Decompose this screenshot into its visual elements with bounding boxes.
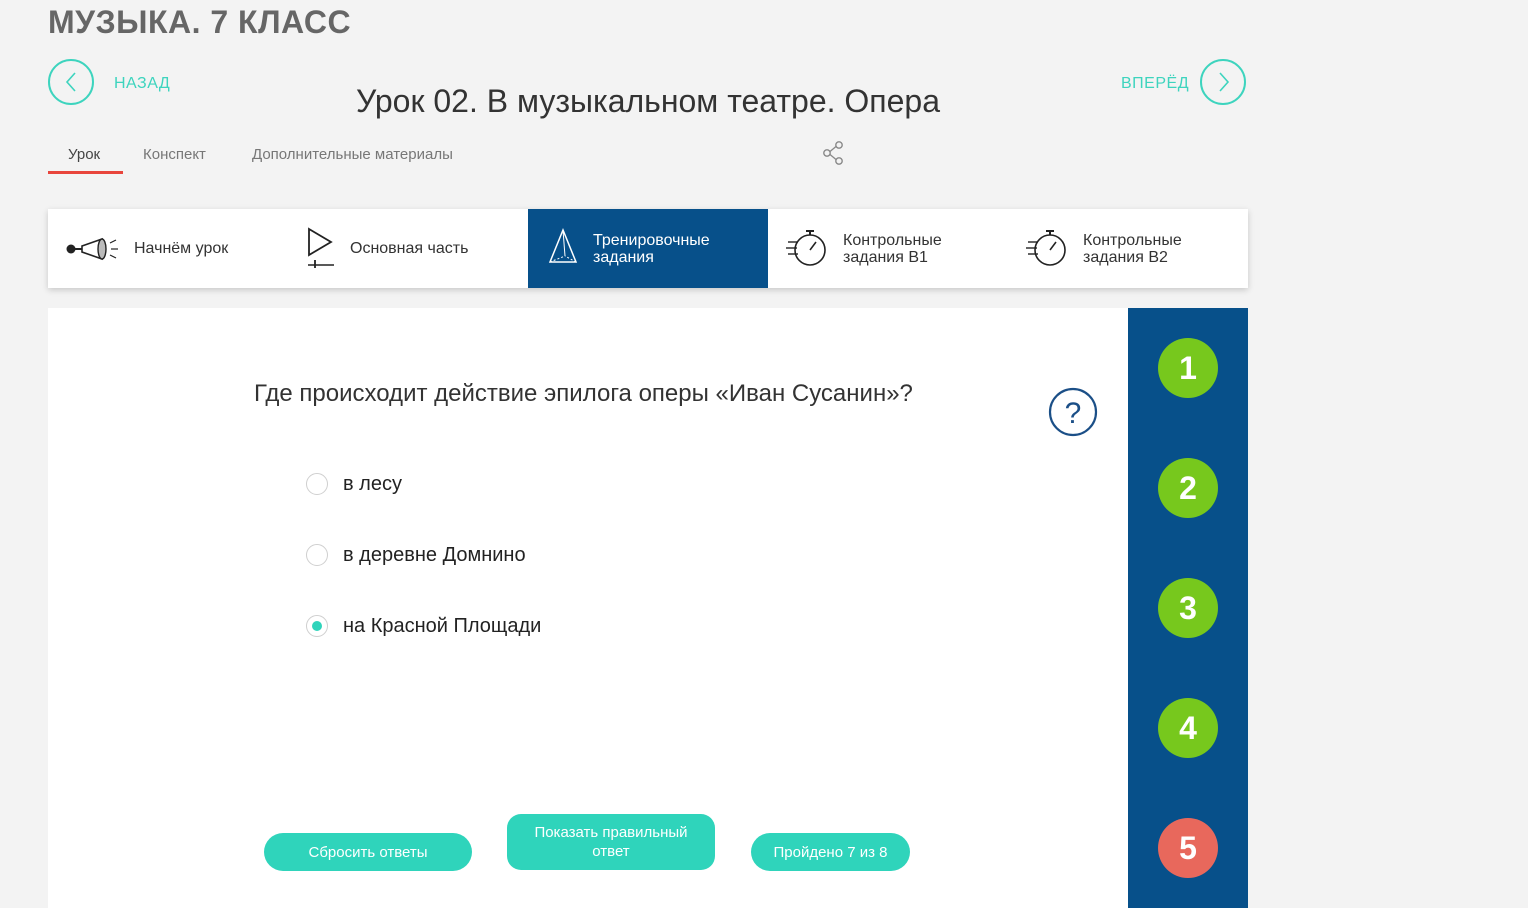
lesson-sections-bar: Начнём урок Основная часть Тренировочные… <box>48 209 1248 288</box>
section-control-tasks-b2[interactable]: Контрольные задания В2 <box>1008 209 1248 288</box>
step-4[interactable]: 4 <box>1158 698 1218 758</box>
section-control-tasks-b1[interactable]: Контрольные задания В1 <box>768 209 1008 288</box>
button-label-line: Показать правильный <box>534 824 688 841</box>
section-label: Основная часть <box>350 240 469 257</box>
tab-lesson[interactable]: Урок <box>68 146 100 163</box>
radio-button[interactable] <box>306 473 328 495</box>
pyramid-icon <box>548 228 578 263</box>
step-1[interactable]: 1 <box>1158 338 1218 398</box>
question-text: Где происходит действие эпилога оперы «И… <box>254 380 913 407</box>
button-label-line: ответ <box>592 843 630 860</box>
section-start-lesson[interactable]: Начнём урок <box>48 209 288 288</box>
course-title: МУЗЫКА. 7 КЛАСС <box>48 4 352 40</box>
show-correct-answer-button[interactable]: Показать правильный ответ <box>507 814 715 870</box>
section-label-line: Контрольные <box>843 232 942 249</box>
share-icon[interactable] <box>820 140 848 173</box>
step-2[interactable]: 2 <box>1158 458 1218 518</box>
section-label: Контрольные задания В2 <box>1083 232 1182 266</box>
answer-label: в деревне Домнино <box>343 544 526 566</box>
step-5[interactable]: 5 <box>1158 818 1218 878</box>
task-steps-column: 1 2 3 4 5 <box>1128 308 1248 908</box>
megaphone-icon <box>66 237 118 261</box>
forward-label[interactable]: ВПЕРЁД <box>1121 75 1189 93</box>
reset-answers-button[interactable]: Сбросить ответы <box>264 833 472 871</box>
help-icon[interactable]: ? <box>1048 386 1100 443</box>
lesson-title: Урок 02. В музыкальном театре. Опера <box>355 83 941 120</box>
task-panel: Где происходит действие эпилога оперы «И… <box>48 308 1128 908</box>
stopwatch-icon <box>786 230 826 266</box>
section-label: Тренировочные задания <box>593 232 710 266</box>
chevron-right-icon <box>1219 72 1230 92</box>
section-label: Контрольные задания В1 <box>843 232 942 266</box>
svg-text:?: ? <box>1065 397 1082 430</box>
answer-label: на Красной Площади <box>343 615 542 637</box>
step-3[interactable]: 3 <box>1158 578 1218 638</box>
section-label-line: задания В1 <box>843 249 928 266</box>
section-label-line: Тренировочные <box>593 232 710 249</box>
active-tab-indicator <box>48 171 123 174</box>
progress-badge: Пройдено 7 из 8 <box>751 833 910 871</box>
radio-button[interactable] <box>306 544 328 566</box>
section-label: Начнём урок <box>134 240 229 257</box>
tab-extra-materials[interactable]: Дополнительные материалы <box>252 146 453 163</box>
tab-summary[interactable]: Конспект <box>143 146 206 163</box>
forward-button[interactable] <box>1200 59 1246 105</box>
radio-button-selected[interactable] <box>306 615 328 637</box>
play-icon <box>308 227 334 268</box>
section-label-line: Контрольные <box>1083 232 1182 249</box>
stopwatch-icon <box>1026 230 1066 266</box>
section-training-tasks[interactable]: Тренировочные задания <box>528 209 768 288</box>
section-label-line: задания В2 <box>1083 249 1168 266</box>
section-label-line: задания <box>593 249 654 266</box>
answer-label: в лесу <box>343 473 402 495</box>
section-main-part[interactable]: Основная часть <box>288 209 528 288</box>
